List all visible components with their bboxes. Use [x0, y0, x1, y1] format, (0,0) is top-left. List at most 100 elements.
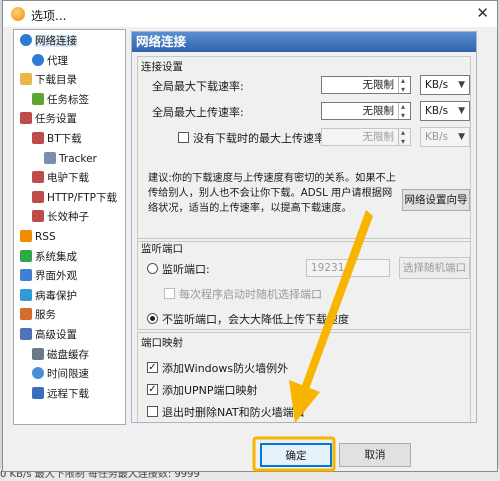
firewall-label: 添加Windows防火墙例外	[162, 362, 289, 375]
tree-item-label: 高级设置	[35, 329, 77, 341]
max-upload-label: 全局最大上传速率:	[152, 106, 244, 119]
max-download-spinner[interactable]	[398, 73, 410, 98]
tree-item[interactable]: 任务设置	[20, 111, 77, 127]
mapping-group: 端口映射 ✓ 添加Windows防火墙例外 ✓ 添加UPNP端口映射 退出时删除…	[137, 332, 471, 422]
shield-icon	[20, 288, 32, 301]
remove-nat-checkbox[interactable]	[147, 406, 158, 417]
settings-icon	[20, 328, 32, 340]
port-input[interactable]: 19231	[306, 259, 390, 277]
document-icon	[32, 190, 44, 203]
listen-port-radio[interactable]	[147, 263, 158, 274]
cube-icon	[44, 151, 56, 164]
document-icon	[32, 171, 44, 184]
random-port-button[interactable]: 选择随机端口	[399, 257, 470, 279]
max-download-value: 无限制	[362, 79, 395, 91]
cancel-button[interactable]: 取消	[339, 443, 411, 467]
chevron-down-icon: ▼	[458, 106, 465, 116]
tree-item[interactable]: 磁盘缓存	[32, 347, 89, 363]
tree-item[interactable]: 界面外观	[20, 268, 77, 284]
tree-item-label: 系统集成	[35, 250, 77, 263]
max-upload-input[interactable]: 无限制	[321, 99, 411, 124]
folder-icon	[20, 73, 32, 86]
max-download-label: 全局最大下载速率:	[152, 80, 244, 93]
tree-item[interactable]: 网络连接	[20, 33, 77, 49]
window-title: 选项...	[31, 9, 67, 23]
tree-item-label: 远程下载	[47, 387, 89, 400]
tree-item-label: 时间限速	[47, 368, 89, 381]
port-value: 19231	[311, 262, 345, 274]
idle-upload-unit: KB/s	[425, 131, 449, 143]
rss-icon	[20, 230, 32, 242]
max-upload-unit-select[interactable]: KB/s ▼	[420, 101, 470, 121]
tree-item[interactable]: 时间限速	[32, 366, 89, 382]
globe-icon	[20, 34, 32, 46]
close-icon[interactable]: ✕	[476, 4, 489, 22]
settings-tree[interactable]: 网络连接代理下载目录任务标签任务设置 BT下载 Tracker 电驴下载 HTTP/FT…	[13, 29, 126, 425]
max-download-unit-select[interactable]: KB/s ▼	[420, 75, 470, 95]
tree-item[interactable]: 病毒保护	[20, 288, 77, 304]
tree-item-label: Tracker	[59, 152, 97, 165]
no-listen-radio[interactable]	[147, 313, 158, 324]
tree-item[interactable]: 系统集成	[20, 249, 77, 265]
ok-button[interactable]: 确定	[260, 443, 332, 467]
chevron-down-icon: ▼	[458, 80, 465, 90]
tag-icon	[32, 92, 44, 105]
remote-icon	[32, 386, 44, 399]
tree-item-label: 任务标签	[47, 93, 89, 106]
remove-nat-label: 退出时删除NAT和防火墙端口	[162, 406, 305, 419]
idle-upload-value: 无限制	[362, 131, 395, 143]
mapping-group-title: 端口映射	[141, 337, 183, 349]
tree-item[interactable]: 代理	[32, 53, 68, 69]
idle-upload-input[interactable]: 无限制	[321, 125, 411, 150]
advice-line: 络状况，适当的上传速率，以提高下载速度。	[148, 203, 352, 214]
tree-item[interactable]: RSS	[20, 229, 56, 245]
tree-item-label: 服务	[35, 309, 56, 322]
max-download-input[interactable]: 无限制	[321, 73, 411, 98]
clock-icon	[32, 367, 44, 380]
upnp-checkbox[interactable]: ✓	[147, 384, 158, 395]
port-group: 监听端口 监听端口: 19231 选择随机端口 每次程序启动时随机选择端口 不监…	[137, 238, 471, 330]
idle-upload-spinner[interactable]	[398, 125, 410, 150]
document-icon	[32, 132, 44, 144]
random-on-start-checkbox[interactable]	[164, 288, 175, 299]
upnp-label: 添加UPNP端口映射	[162, 384, 258, 397]
advice-line: 建议:你的下载速度与上传速度有密切的关系。如果不上	[148, 173, 396, 184]
max-upload-spinner[interactable]	[398, 99, 410, 124]
tree-item[interactable]: Tracker	[44, 151, 97, 167]
tree-item-label: 下载目录	[35, 74, 77, 87]
tree-item[interactable]: 下载目录	[20, 72, 77, 88]
globe-icon	[32, 53, 44, 66]
tree-item[interactable]: 远程下载	[32, 386, 89, 402]
document-icon	[32, 210, 44, 223]
palette-icon	[20, 269, 32, 282]
max-download-unit: KB/s	[425, 79, 449, 91]
tree-item-label: 磁盘缓存	[47, 348, 89, 361]
tree-item-label: 电驴下载	[47, 172, 89, 185]
tree-item[interactable]: 长效种子	[32, 209, 89, 225]
idle-upload-label: 没有下载时的最大上传速率	[193, 132, 325, 145]
people-icon	[20, 308, 32, 321]
idle-upload-checkbox[interactable]	[178, 132, 189, 143]
tree-item[interactable]: 服务	[20, 307, 56, 323]
max-upload-unit: KB/s	[425, 105, 449, 117]
firewall-checkbox[interactable]: ✓	[147, 362, 158, 373]
tree-item-label: 代理	[47, 54, 68, 67]
tree-item[interactable]: 任务标签	[32, 92, 89, 108]
tree-item-label: BT下载	[47, 133, 82, 145]
no-listen-label: 不监听端口，会大大降低上传下载速度	[162, 313, 349, 326]
tree-item[interactable]: BT下载	[32, 131, 82, 147]
idle-upload-unit-select[interactable]: KB/s ▼	[420, 127, 470, 147]
random-on-start-label: 每次程序启动时随机选择端口	[179, 288, 322, 301]
listen-port-label: 监听端口:	[162, 263, 210, 276]
tree-item-label: 病毒保护	[35, 289, 77, 302]
speed-group: 连接设置 全局最大下载速率: 无限制 KB/s ▼ 全局最大上传速率: 无限制 K…	[137, 56, 471, 242]
tree-item-label: 网络连接	[35, 35, 77, 47]
network-wizard-button[interactable]: 网络设置向导	[402, 189, 470, 211]
tree-item[interactable]: 电驴下载	[32, 170, 89, 186]
tree-item[interactable]: 高级设置	[20, 327, 77, 343]
tree-item[interactable]: HTTP/FTP下载	[32, 190, 117, 206]
panel-header: 网络连接	[132, 32, 476, 52]
chevron-down-icon: ▼	[458, 132, 465, 142]
port-group-title: 监听端口	[141, 243, 183, 255]
disk-icon	[32, 347, 44, 360]
